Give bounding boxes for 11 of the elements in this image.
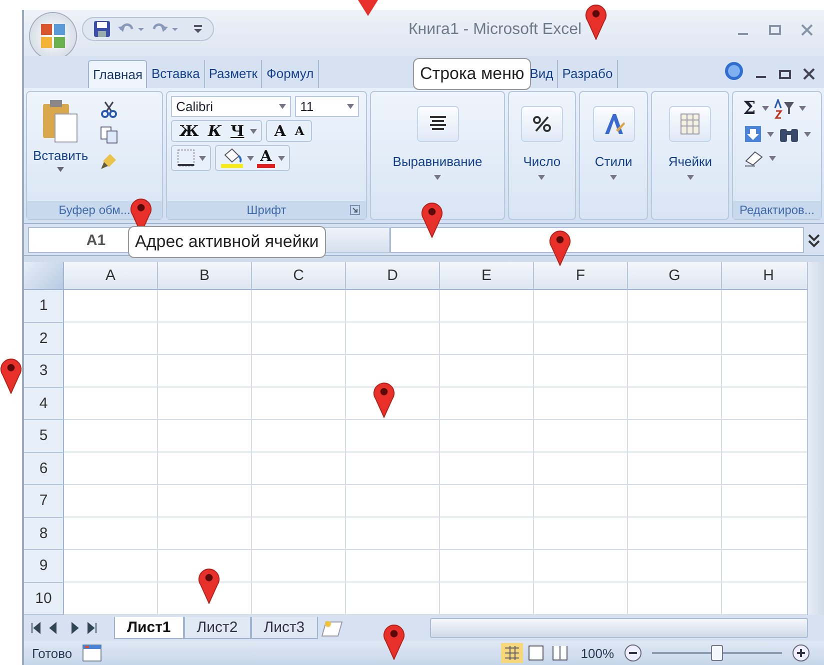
group-label: Ячейки <box>668 154 712 169</box>
paste-label: Вставить <box>33 148 88 163</box>
status-text: Готово <box>32 646 72 660</box>
group-label: Число <box>523 154 561 169</box>
group-label: Редактиров... <box>732 201 821 219</box>
callout-tooltip: Строка меню <box>413 58 532 90</box>
group-label: Шрифт <box>167 201 366 219</box>
group-label: Выравнивание <box>392 154 482 169</box>
group-label: Стили <box>594 154 632 169</box>
callout-tooltip: Адрес активной ячейки <box>128 226 326 258</box>
window-title: Книга1 - Microsoft Excel <box>407 21 583 39</box>
